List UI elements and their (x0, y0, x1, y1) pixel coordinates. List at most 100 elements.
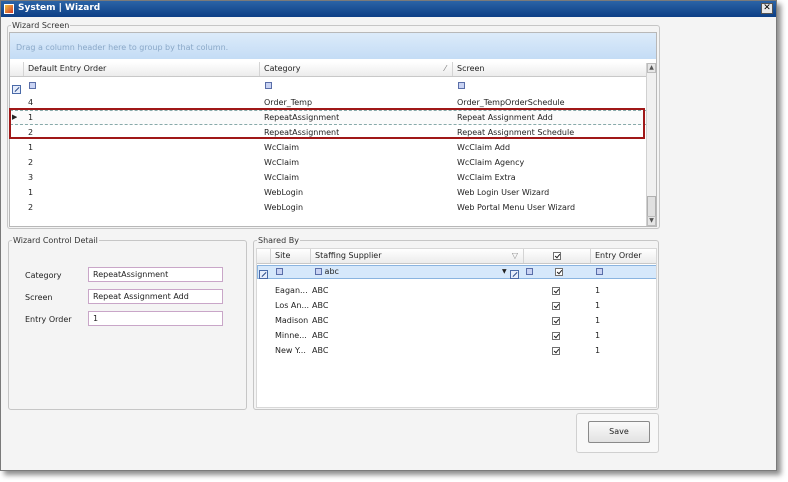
filter-order-cell[interactable] (25, 78, 36, 93)
table-row[interactable]: 2 WcClaim WcClaim Agency (10, 155, 646, 170)
cell-site: New Y... (275, 346, 306, 355)
shared-checkbox[interactable] (552, 301, 560, 310)
table-row[interactable]: 1 WcClaim WcClaim Add (10, 140, 646, 155)
filter-check-operator[interactable] (522, 264, 533, 279)
cell-site: Eagan... (275, 286, 308, 295)
cell-shared[interactable] (552, 313, 560, 328)
filter-operator-icon[interactable] (596, 268, 603, 275)
wizard-grid-scrollbar[interactable]: ▲ ▼ (646, 63, 656, 226)
filter-dropdown-icon[interactable]: ▼ (502, 264, 507, 279)
filter-row-clear[interactable] (259, 267, 268, 282)
filter-site-cell[interactable] (272, 264, 283, 279)
column-header-screen[interactable]: Screen (453, 62, 646, 76)
filter-operator-icon[interactable] (265, 82, 272, 89)
sort-icon: ⁄ (444, 64, 446, 73)
selection-highlight (9, 108, 645, 139)
shared-by-legend: Shared By (258, 236, 299, 245)
shared-by-filter-row: abc ▼ (257, 264, 656, 282)
shared-by-header: Site Staffing Supplier ▽ Entry Order (257, 249, 656, 264)
cell-order: 2 (28, 203, 34, 212)
close-icon[interactable]: ✕ (761, 3, 773, 14)
cell-shared[interactable] (552, 328, 560, 343)
filter-edit-icon[interactable] (510, 270, 519, 279)
filter-screen-cell[interactable] (454, 78, 465, 93)
cell-category: WcClaim (264, 173, 300, 182)
header-spacer (10, 62, 24, 76)
cell-supplier: ABC (312, 286, 329, 295)
entry-order-label: Entry Order (25, 315, 72, 324)
column-header-staffing-supplier[interactable]: Staffing Supplier ▽ (311, 249, 524, 263)
cell-site: Los An... (275, 301, 310, 310)
cell-shared[interactable] (552, 298, 560, 313)
cell-category: WebLogin (264, 188, 304, 197)
cell-category: WebLogin (264, 203, 304, 212)
scroll-up-icon[interactable]: ▲ (647, 63, 656, 73)
filter-checkbox-clear[interactable] (510, 267, 519, 282)
scroll-down-icon[interactable]: ▼ (647, 216, 656, 226)
cell-category: WcClaim (264, 143, 300, 152)
table-row[interactable]: 1 WebLogin Web Login User Wizard (10, 185, 646, 200)
column-header-default-entry-order[interactable]: Default Entry Order (24, 62, 260, 76)
cell-shared[interactable] (552, 343, 560, 358)
cell-supplier: ABC (312, 301, 329, 310)
wizard-screen-header: Default Entry Order Category ⁄ Screen (10, 62, 646, 77)
shared-checkbox[interactable] (552, 331, 560, 340)
cell-entry-order: 1 (595, 316, 601, 325)
screen-field[interactable]: Repeat Assignment Add (88, 289, 223, 304)
shared-by-grid: Site Staffing Supplier ▽ Entry Order abc … (256, 248, 657, 408)
shared-checkbox[interactable] (552, 316, 560, 325)
cell-supplier: ABC (312, 316, 329, 325)
app-icon (4, 4, 14, 14)
filter-edit-icon[interactable] (12, 85, 21, 94)
title-bar[interactable]: System | Wizard ✕ (1, 1, 776, 17)
cell-entry-order: 1 (595, 331, 601, 340)
cell-supplier: ABC (312, 346, 329, 355)
group-by-panel[interactable]: Drag a column header here to group by th… (10, 33, 656, 59)
cell-supplier: ABC (312, 331, 329, 340)
cell-order: 1 (28, 143, 34, 152)
filter-operator-icon[interactable] (29, 82, 36, 89)
filter-operator-icon[interactable] (526, 268, 533, 275)
table-row[interactable]: 2 WebLogin Web Portal Menu User Wizard (10, 200, 646, 215)
shared-checkbox[interactable] (552, 346, 560, 355)
group-by-hint: Drag a column header here to group by th… (16, 43, 229, 52)
column-header-entry-order[interactable]: Entry Order (591, 249, 656, 263)
entry-order-field[interactable]: 1 (88, 311, 223, 326)
filter-check-value[interactable] (555, 264, 563, 279)
filter-icon[interactable]: ▽ (512, 249, 518, 263)
select-all-checkbox[interactable] (553, 251, 561, 260)
cell-site: Minne... (275, 331, 307, 340)
shared-checkbox[interactable] (552, 286, 560, 295)
window-title: System | Wizard (18, 3, 101, 13)
table-row[interactable]: New Y... ABC 1 (257, 343, 656, 358)
cell-site: Madison (275, 316, 309, 325)
cell-screen: WcClaim Add (457, 143, 511, 152)
table-row[interactable]: Los An... ABC 1 (257, 298, 656, 313)
column-header-site[interactable]: Site (271, 249, 311, 263)
cell-shared[interactable] (552, 283, 560, 298)
filter-entry-order-cell[interactable] (592, 264, 603, 279)
filter-supplier-cell[interactable]: abc (311, 264, 507, 279)
cell-entry-order: 1 (595, 346, 601, 355)
column-header-select-all[interactable] (524, 249, 591, 263)
filter-category-cell[interactable] (261, 78, 272, 93)
filter-operator-icon[interactable] (315, 268, 322, 275)
column-header-category[interactable]: Category ⁄ (260, 62, 453, 76)
filter-checkbox[interactable] (555, 267, 563, 276)
wizard-screen-legend: Wizard Screen (12, 21, 70, 30)
cell-screen: Web Login User Wizard (457, 188, 550, 197)
filter-operator-icon[interactable] (276, 268, 283, 275)
filter-edit-icon[interactable] (259, 270, 268, 279)
scroll-thumb[interactable] (647, 196, 656, 218)
category-field[interactable]: RepeatAssignment (88, 267, 223, 282)
filter-supplier-value: abc (324, 267, 339, 276)
cell-screen: WcClaim Agency (457, 158, 525, 167)
filter-operator-icon[interactable] (458, 82, 465, 89)
table-row[interactable]: 3 WcClaim WcClaim Extra (10, 170, 646, 185)
table-row[interactable]: Minne... ABC 1 (257, 328, 656, 343)
cell-order: 2 (28, 158, 34, 167)
cell-order: 1 (28, 188, 34, 197)
save-button[interactable]: Save (588, 421, 650, 443)
table-row[interactable]: Eagan... ABC 1 (257, 283, 656, 298)
table-row[interactable]: Madison ABC 1 (257, 313, 656, 328)
